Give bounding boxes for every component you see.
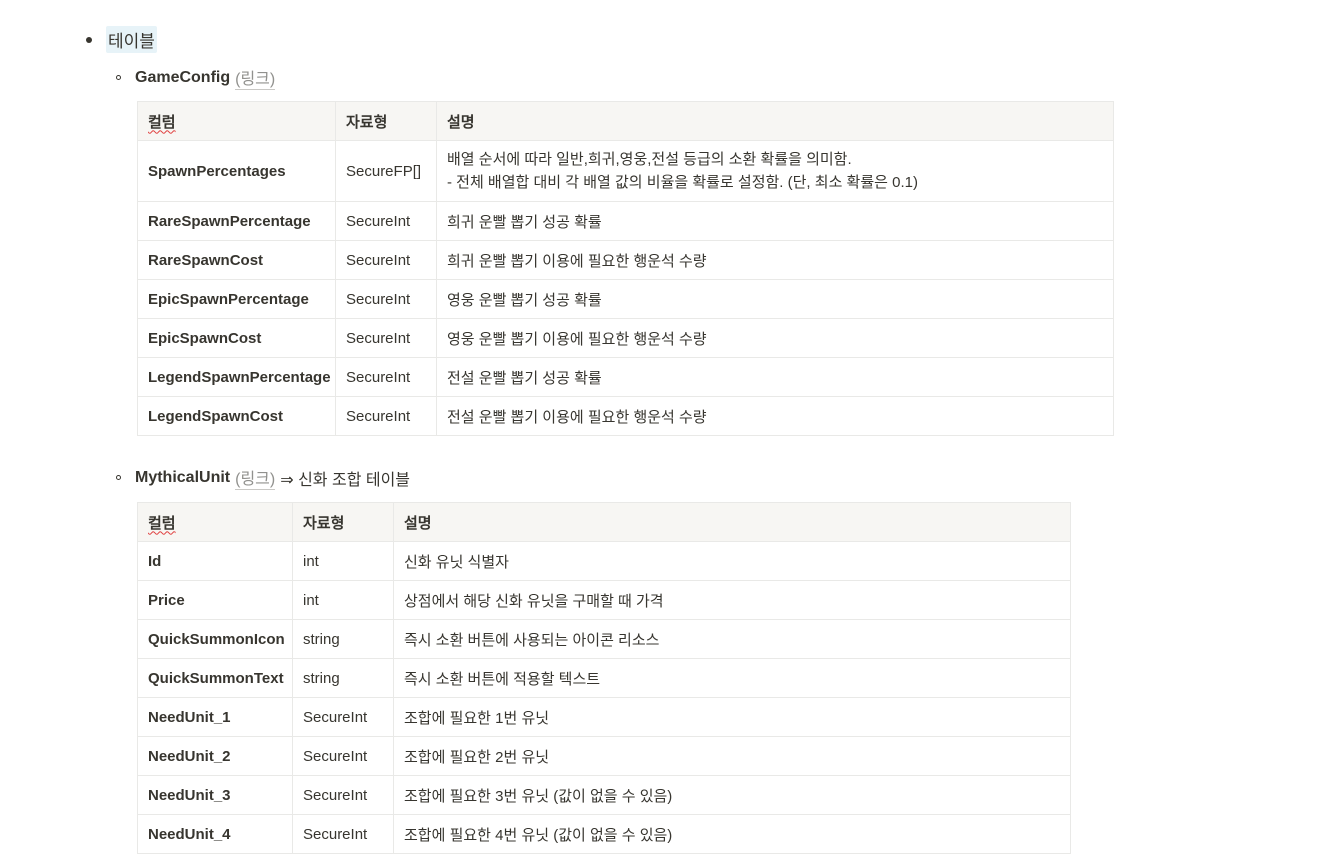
mythicalunit-link[interactable]: (링크) [235, 465, 276, 490]
cell-column: RareSpawnPercentage [137, 201, 336, 241]
cell-type: SecureInt [292, 775, 394, 815]
cell-column: LegendSpawnPercentage [137, 357, 336, 397]
table-row: SpawnPercentages SecureFP[] 배열 순서에 따라 일반… [137, 140, 1114, 202]
cell-desc: 신화 유닛 식별자 [393, 541, 1071, 581]
cell-desc: 희귀 운빨 뽑기 성공 확률 [436, 201, 1114, 241]
cell-type: SecureInt [335, 318, 437, 358]
cell-desc: 영웅 운빨 뽑기 이용에 필요한 행운석 수량 [436, 318, 1114, 358]
cell-desc-line2: - 전체 배열합 대비 각 배열 값의 비율을 확률로 설정함. (단, 최소 … [447, 174, 918, 191]
table-row: QuickSummonIcon string 즉시 소환 버튼에 사용되는 아이… [137, 619, 1071, 659]
cell-desc: 조합에 필요한 4번 유닛 (값이 없을 수 있음) [393, 814, 1071, 854]
cell-type: SecureInt [292, 697, 394, 737]
table-row: EpicSpawnPercentage SecureInt 영웅 운빨 뽑기 성… [137, 279, 1114, 319]
header-type: 자료형 [335, 101, 437, 141]
table-row: QuickSummonText string 즉시 소환 버튼에 적용할 텍스트 [137, 658, 1071, 698]
cell-desc: 희귀 운빨 뽑기 이용에 필요한 행운석 수량 [436, 240, 1114, 280]
header-column: 컬럼 [137, 502, 293, 542]
mythicalunit-table: 컬럼 자료형 설명 Id int 신화 유닛 식별자 Price int 상점에… [137, 502, 1071, 854]
gameconfig-link[interactable]: (링크) [235, 65, 276, 90]
cell-desc: 즉시 소환 버튼에 적용할 텍스트 [393, 658, 1071, 698]
cell-desc: 전설 운빨 뽑기 성공 확률 [436, 357, 1114, 397]
cell-desc: 조합에 필요한 1번 유닛 [393, 697, 1071, 737]
table-row: NeedUnit_1 SecureInt 조합에 필요한 1번 유닛 [137, 697, 1071, 737]
cell-desc: 조합에 필요한 3번 유닛 (값이 없을 수 있음) [393, 775, 1071, 815]
cell-column: NeedUnit_2 [137, 736, 293, 776]
cell-column: NeedUnit_3 [137, 775, 293, 815]
section-title: 테이블 [106, 26, 157, 53]
bullet-ring-icon [116, 75, 121, 80]
table-row: NeedUnit_4 SecureInt 조합에 필요한 4번 유닛 (값이 없… [137, 814, 1071, 854]
cell-type: SecureInt [335, 357, 437, 397]
cell-column: EpicSpawnCost [137, 318, 336, 358]
table-row: NeedUnit_3 SecureInt 조합에 필요한 3번 유닛 (값이 없… [137, 775, 1071, 815]
cell-type: string [292, 658, 394, 698]
cell-desc: 배열 순서에 따라 일반,희귀,영웅,전설 등급의 소환 확률을 의미함. - … [436, 140, 1114, 202]
cell-type: SecureInt [292, 736, 394, 776]
table-row: LegendSpawnPercentage SecureInt 전설 운빨 뽑기… [137, 357, 1114, 397]
gameconfig-table: 컬럼 자료형 설명 SpawnPercentages SecureFP[] 배열… [137, 101, 1114, 436]
cell-type: string [292, 619, 394, 659]
header-desc: 설명 [393, 502, 1071, 542]
section-bullet: 테이블 [86, 26, 157, 53]
cell-column: LegendSpawnCost [137, 396, 336, 436]
mythicalunit-heading: MythicalUnit (링크) ⇒ 신화 조합 테이블 [116, 465, 410, 490]
cell-type: SecureFP[] [335, 140, 437, 202]
gameconfig-name: GameConfig [135, 68, 231, 86]
cell-type: SecureInt [335, 396, 437, 436]
header-type: 자료형 [292, 502, 394, 542]
table-row: NeedUnit_2 SecureInt 조합에 필요한 2번 유닛 [137, 736, 1071, 776]
header-desc: 설명 [436, 101, 1114, 141]
bullet-ring-icon [116, 475, 121, 480]
cell-type: SecureInt [292, 814, 394, 854]
table-row: EpicSpawnCost SecureInt 영웅 운빨 뽑기 이용에 필요한… [137, 318, 1114, 358]
table-row: RareSpawnCost SecureInt 희귀 운빨 뽑기 이용에 필요한… [137, 240, 1114, 280]
cell-type: int [292, 541, 394, 581]
table-header-row: 컬럼 자료형 설명 [137, 502, 1071, 542]
cell-type: SecureInt [335, 279, 437, 319]
cell-column: QuickSummonIcon [137, 619, 293, 659]
cell-desc-line1: 배열 순서에 따라 일반,희귀,영웅,전설 등급의 소환 확률을 의미함. [447, 151, 852, 168]
bullet-disc-icon [86, 36, 92, 43]
cell-type: int [292, 580, 394, 620]
table-row: LegendSpawnCost SecureInt 전설 운빨 뽑기 이용에 필… [137, 396, 1114, 436]
table-row: RareSpawnPercentage SecureInt 희귀 운빨 뽑기 성… [137, 201, 1114, 241]
mythicalunit-description: ⇒ 신화 조합 테이블 [280, 471, 411, 489]
cell-desc: 상점에서 해당 신화 유닛을 구매할 때 가격 [393, 580, 1071, 620]
cell-type: SecureInt [335, 201, 437, 241]
gameconfig-heading: GameConfig (링크) [116, 65, 276, 90]
cell-column: NeedUnit_1 [137, 697, 293, 737]
table-row: Price int 상점에서 해당 신화 유닛을 구매할 때 가격 [137, 580, 1071, 620]
cell-column: EpicSpawnPercentage [137, 279, 336, 319]
cell-column: QuickSummonText [137, 658, 293, 698]
cell-desc: 영웅 운빨 뽑기 성공 확률 [436, 279, 1114, 319]
mythicalunit-name: MythicalUnit [135, 468, 231, 486]
cell-column: RareSpawnCost [137, 240, 336, 280]
cell-desc: 즉시 소환 버튼에 사용되는 아이콘 리소스 [393, 619, 1071, 659]
cell-desc: 전설 운빨 뽑기 이용에 필요한 행운석 수량 [436, 396, 1114, 436]
cell-column: SpawnPercentages [137, 140, 336, 202]
cell-type: SecureInt [335, 240, 437, 280]
cell-column: Id [137, 541, 293, 581]
cell-column: NeedUnit_4 [137, 814, 293, 854]
cell-desc: 조합에 필요한 2번 유닛 [393, 736, 1071, 776]
table-header-row: 컬럼 자료형 설명 [137, 101, 1114, 141]
header-column: 컬럼 [137, 101, 336, 141]
table-row: Id int 신화 유닛 식별자 [137, 541, 1071, 581]
cell-column: Price [137, 580, 293, 620]
